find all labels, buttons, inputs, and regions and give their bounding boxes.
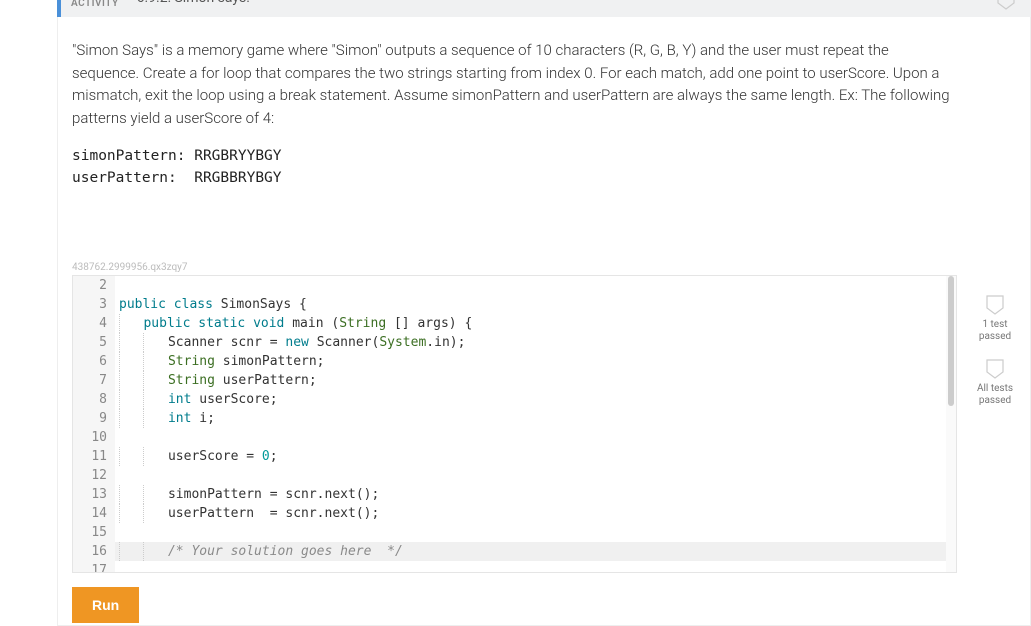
code-line[interactable] [115,428,946,447]
test-status-1: 1 test passed [970,295,1020,343]
activity-title: 6.9.2: Simon says. [137,0,250,6]
activity-header: ACTIVITY 6.9.2: Simon says. [57,0,1031,17]
vertical-scrollbar[interactable] [946,276,956,572]
shield-icon [986,295,1004,315]
code-line[interactable]: Scanner scnr = new Scanner(System.in); [115,333,946,352]
code-area[interactable]: public class SimonSays { public static v… [115,276,946,572]
test-status-column: 1 test passed All tests passed [970,295,1020,423]
activity-label: ACTIVITY [71,0,119,9]
shield-icon [986,359,1004,379]
run-button[interactable]: Run [72,587,139,623]
code-line[interactable]: String userPattern; [115,371,946,390]
code-line[interactable] [115,466,946,485]
code-line[interactable]: /* Your solution goes here */ [115,542,946,561]
status-text: passed [970,395,1020,407]
status-text: 1 test [970,319,1020,331]
problem-description: "Simon Says" is a memory game where "Sim… [72,39,952,129]
question-id: 438762.2999956.qx3zqy7 [72,262,1016,273]
code-line[interactable] [115,523,946,542]
shield-icon [997,0,1015,14]
code-line[interactable] [115,561,946,573]
code-line[interactable]: int i; [115,409,946,428]
code-line[interactable]: simonPattern = scnr.next(); [115,485,946,504]
test-status-2: All tests passed [970,359,1020,407]
content-panel: "Simon Says" is a memory game where "Sim… [57,17,1031,626]
code-line[interactable]: String simonPattern; [115,352,946,371]
code-line[interactable]: public static void main (String [] args)… [115,314,946,333]
code-line[interactable]: int userScore; [115,390,946,409]
code-editor[interactable]: 234567891011121314151617 public class Si… [72,275,957,573]
code-line[interactable]: userScore = 0; [115,447,946,466]
code-line[interactable]: public class SimonSays { [115,295,946,314]
status-text: passed [970,331,1020,343]
example-patterns: simonPattern: RRGBRYYBGY userPattern: RR… [72,145,1016,190]
code-line[interactable]: userPattern = scnr.next(); [115,504,946,523]
line-gutter: 234567891011121314151617 [73,276,115,572]
code-line[interactable] [115,276,946,295]
status-text: All tests [970,383,1020,395]
